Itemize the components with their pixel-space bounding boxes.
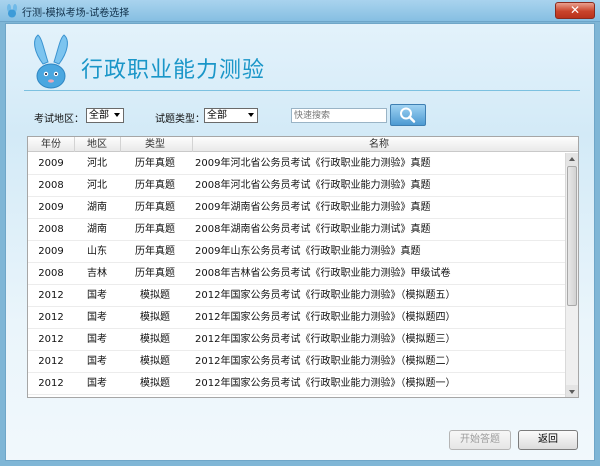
cell-type: 模拟题 bbox=[140, 356, 170, 367]
cell-year: 2008 bbox=[38, 180, 64, 191]
cell-type: 模拟题 bbox=[140, 312, 170, 323]
cell-type: 历年真题 bbox=[135, 158, 175, 169]
cell-name: 2008年湖南省公务员考试《行政职业能力测试》真题 bbox=[195, 224, 431, 235]
cell-year: 2012 bbox=[38, 334, 64, 345]
cell-type: 历年真题 bbox=[135, 224, 175, 235]
type-select[interactable]: 全部 bbox=[204, 108, 258, 123]
cell-name: 2009年河北省公务员考试《行政职业能力测验》真题 bbox=[195, 158, 431, 169]
region-select[interactable]: 全部 bbox=[86, 108, 124, 123]
table-row[interactable]: 2012 国考 模拟题 2012年国家公务员考试《行政职业能力测验》（模拟题三） bbox=[28, 329, 566, 351]
cell-name: 2008年河北省公务员考试《行政职业能力测验》真题 bbox=[195, 180, 431, 191]
column-header-name[interactable]: 名称 bbox=[193, 137, 565, 152]
cell-name: 2009年山东公务员考试《行政职业能力测验》真题 bbox=[195, 246, 421, 257]
table-row[interactable]: 2012 国考 模拟题 2012年国家公务员考试《行政职业能力测验》（模拟题一） bbox=[28, 373, 566, 395]
cell-name: 2012年国家公务员考试《行政职业能力测验》（模拟题二） bbox=[195, 356, 456, 367]
cell-region: 河北 bbox=[87, 180, 107, 191]
scroll-up-button[interactable] bbox=[566, 153, 578, 166]
table-row[interactable]: 2012 国考 模拟题 2012年国家公务员考试《行政职业能力测验》（模拟题五） bbox=[28, 285, 566, 307]
cell-year: 2012 bbox=[38, 378, 64, 389]
cell-region: 湖南 bbox=[87, 224, 107, 235]
table-row[interactable]: 2008 河北 历年真题 2008年河北省公务员考试《行政职业能力测验》真题 bbox=[28, 175, 566, 197]
back-button[interactable]: 返回 bbox=[518, 430, 578, 450]
cell-type: 历年真题 bbox=[135, 246, 175, 257]
cell-type: 历年真题 bbox=[135, 180, 175, 191]
vertical-scrollbar[interactable] bbox=[565, 153, 578, 397]
cell-name: 2012年国家公务员考试《行政职业能力测验》（模拟题一） bbox=[195, 378, 456, 389]
cell-year: 2009 bbox=[38, 246, 64, 257]
region-select-value: 全部 bbox=[89, 110, 109, 121]
cell-region: 国考 bbox=[87, 312, 107, 323]
search-button[interactable] bbox=[390, 104, 426, 126]
column-header-region[interactable]: 地区 bbox=[74, 137, 120, 152]
cell-type: 历年真题 bbox=[135, 202, 175, 213]
search-input[interactable] bbox=[291, 108, 387, 123]
cell-name: 2012年国家公务员考试《行政职业能力测验》（模拟题三） bbox=[195, 334, 456, 345]
title-bar: 行测-模拟考场-试卷选择 ✕ bbox=[0, 0, 600, 22]
cell-year: 2012 bbox=[38, 290, 64, 301]
cell-year: 2008 bbox=[38, 224, 64, 235]
table-row[interactable]: 2008 吉林 历年真题 2008年吉林省公务员考试《行政职业能力测验》甲级试卷 bbox=[28, 263, 566, 285]
page-title: 行政职业能力测验 bbox=[81, 58, 266, 83]
close-icon: ✕ bbox=[569, 3, 581, 17]
cell-region: 吉林 bbox=[87, 268, 107, 279]
table-row[interactable]: 2008 湖南 历年真题 2008年湖南省公务员考试《行政职业能力测试》真题 bbox=[28, 219, 566, 241]
cell-name: 2009年湖南省公务员考试《行政职业能力测验》真题 bbox=[195, 202, 431, 213]
arrow-down-icon bbox=[569, 390, 575, 394]
cell-name: 2008年吉林省公务员考试《行政职业能力测验》甲级试卷 bbox=[195, 268, 451, 279]
rabbit-logo-icon bbox=[34, 34, 68, 89]
cell-year: 2009 bbox=[38, 202, 64, 213]
cell-type: 模拟题 bbox=[140, 290, 170, 301]
cell-type: 模拟题 bbox=[140, 334, 170, 345]
app-icon bbox=[7, 4, 17, 18]
header-divider bbox=[24, 90, 580, 91]
chevron-down-icon bbox=[248, 113, 254, 117]
table-row[interactable]: 2012 国考 模拟题 2012年国家公务员考试《行政职业能力测验》（模拟题二） bbox=[28, 351, 566, 373]
region-filter-label: 考试地区： bbox=[34, 114, 84, 125]
exam-paper-table: 年份 地区 类型 名称 2009 河北 历年真题 2009年河北省公务员考试《行… bbox=[27, 136, 579, 398]
table-row[interactable]: 2009 湖南 历年真题 2009年湖南省公务员考试《行政职业能力测验》真题 bbox=[28, 197, 566, 219]
type-filter-label: 试题类型： bbox=[155, 114, 205, 125]
cell-year: 2009 bbox=[38, 158, 64, 169]
column-header-year[interactable]: 年份 bbox=[28, 137, 74, 152]
cell-type: 模拟题 bbox=[140, 378, 170, 389]
cell-region: 国考 bbox=[87, 356, 107, 367]
cell-region: 河北 bbox=[87, 158, 107, 169]
search-icon bbox=[400, 107, 416, 123]
cell-year: 2012 bbox=[38, 356, 64, 367]
main-panel: 行政职业能力测验 考试地区： 全部 试题类型： 全部 年份 地区 类型 名称 2… bbox=[5, 23, 595, 461]
column-header-type[interactable]: 类型 bbox=[120, 137, 190, 152]
window-title: 行测-模拟考场-试卷选择 bbox=[22, 8, 130, 19]
scrollbar-thumb[interactable] bbox=[567, 166, 577, 306]
cell-region: 山东 bbox=[87, 246, 107, 257]
cell-year: 2008 bbox=[38, 268, 64, 279]
table-row[interactable]: 2009 河北 历年真题 2009年河北省公务员考试《行政职业能力测验》真题 bbox=[28, 153, 566, 175]
cell-region: 国考 bbox=[87, 378, 107, 389]
close-button[interactable]: ✕ bbox=[555, 2, 595, 19]
table-header: 年份 地区 类型 名称 bbox=[28, 137, 578, 152]
table-row[interactable]: 2012 国考 模拟题 2012年国家公务员考试《行政职业能力测验》（模拟题四） bbox=[28, 307, 566, 329]
cell-year: 2012 bbox=[38, 312, 64, 323]
chevron-down-icon bbox=[114, 113, 120, 117]
cell-name: 2012年国家公务员考试《行政职业能力测验》（模拟题五） bbox=[195, 290, 456, 301]
cell-region: 国考 bbox=[87, 334, 107, 345]
start-exam-button[interactable]: 开始答题 bbox=[449, 430, 511, 450]
cell-name: 2012年国家公务员考试《行政职业能力测验》（模拟题四） bbox=[195, 312, 456, 323]
table-row[interactable]: 2009 山东 历年真题 2009年山东公务员考试《行政职业能力测验》真题 bbox=[28, 241, 566, 263]
cell-region: 国考 bbox=[87, 290, 107, 301]
cell-region: 湖南 bbox=[87, 202, 107, 213]
scroll-down-button[interactable] bbox=[566, 385, 578, 397]
type-select-value: 全部 bbox=[207, 110, 227, 121]
arrow-up-icon bbox=[569, 157, 575, 161]
cell-type: 历年真题 bbox=[135, 268, 175, 279]
